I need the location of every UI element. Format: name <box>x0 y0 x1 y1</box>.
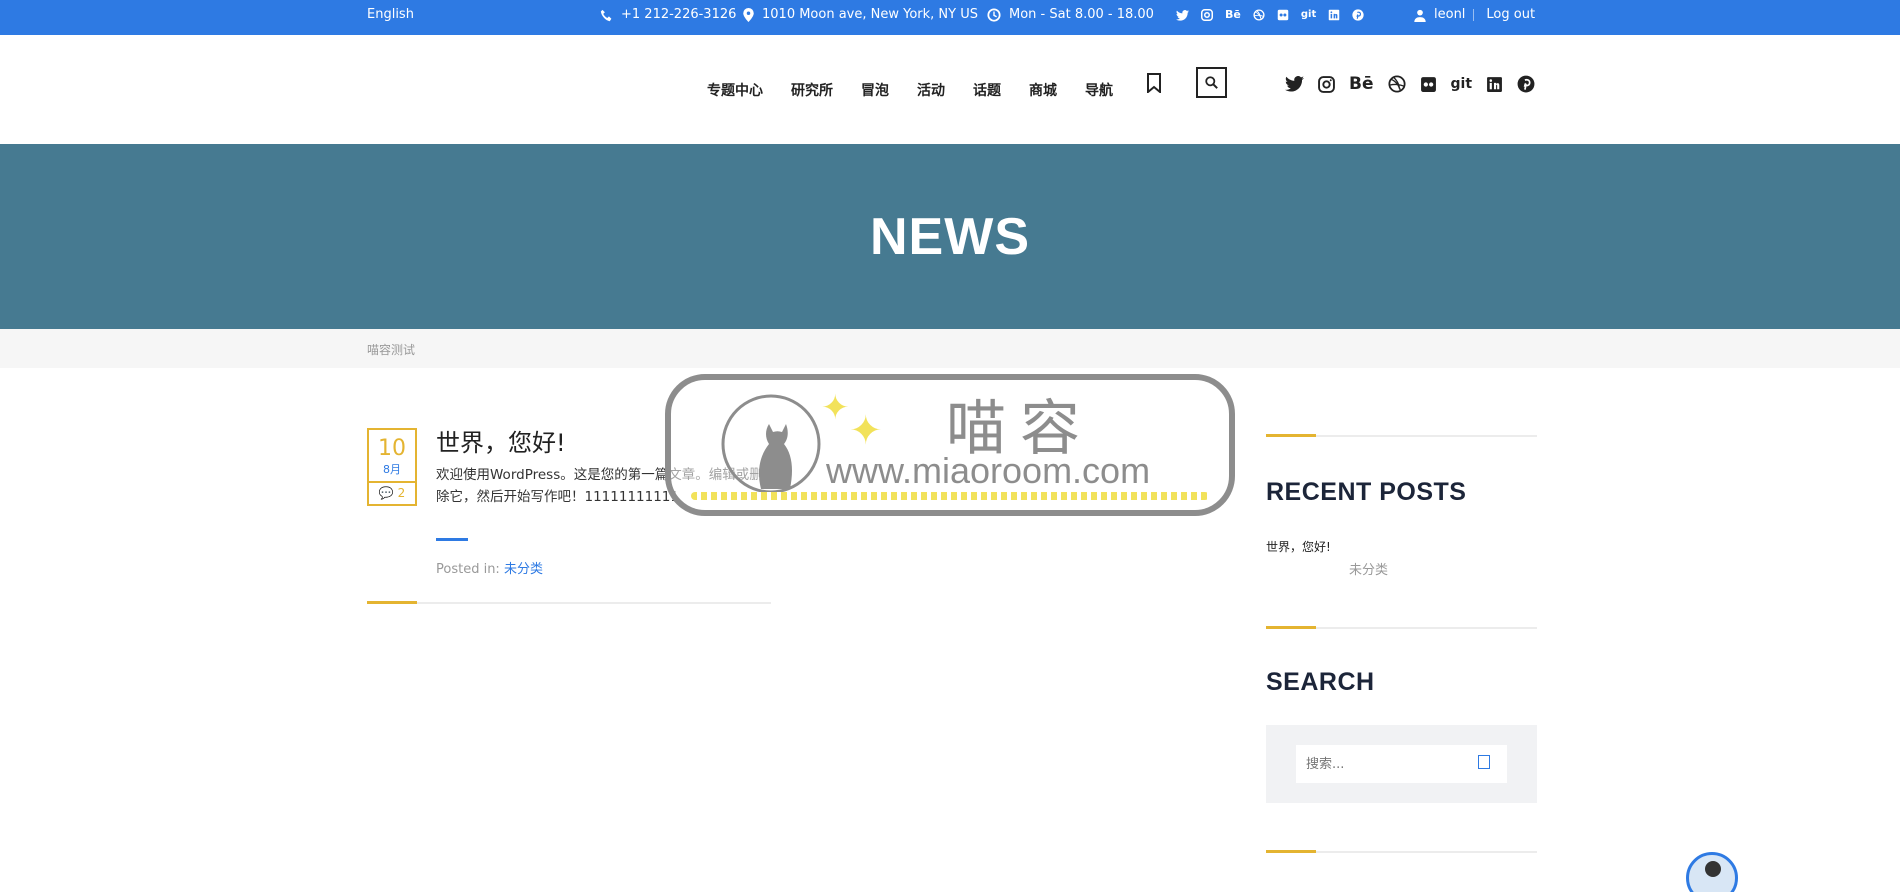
nav-item-bubble[interactable]: 冒泡 <box>861 80 889 100</box>
logout-link[interactable]: Log out <box>1486 0 1535 30</box>
widget-divider <box>1266 850 1537 853</box>
recent-post-link[interactable]: 世界，您好! <box>1266 538 1331 555</box>
divider-accent <box>367 601 417 604</box>
breadcrumb[interactable]: 喵容测试 <box>367 341 415 358</box>
user-icon <box>1414 9 1426 22</box>
user-account[interactable]: leonl Log out <box>1414 0 1535 30</box>
comment-count-value[interactable]: 2 <box>398 486 406 500</box>
nav-item-shop[interactable]: 商城 <box>1029 80 1057 100</box>
recent-post-category: 未分类 <box>1349 563 1389 578</box>
nav-item-topics[interactable]: 话题 <box>973 80 1001 100</box>
widget-divider <box>1266 626 1537 629</box>
language-label[interactable]: English <box>367 0 414 30</box>
page-title: NEWS <box>870 207 1030 266</box>
watermark-overlay: ✦ ✦ 喵容 www.miaoroom.com <box>665 374 1235 516</box>
map-pin-icon <box>743 8 754 22</box>
linkedin-icon[interactable] <box>1328 9 1340 21</box>
comment-count[interactable]: 💬 2 <box>367 481 417 506</box>
bookmark-icon[interactable] <box>1146 73 1162 97</box>
search-icon <box>1205 76 1218 89</box>
comment-icon: 💬 <box>378 486 394 500</box>
topbar-social-links: Bē git <box>1176 0 1364 30</box>
flickr-icon[interactable] <box>1277 9 1289 21</box>
behance-icon[interactable]: Bē <box>1225 0 1241 30</box>
hours-info: Mon - Sat 8.00 - 18.00 <box>987 0 1154 30</box>
search-submit-icon[interactable] <box>1478 755 1490 769</box>
nav-item-special-topics[interactable]: 专题中心 <box>707 80 763 100</box>
main-header: 专题中心 研究所 冒泡 活动 话题 商城 导航 Bē git <box>0 35 1900 144</box>
post-title[interactable]: 世界，您好! <box>436 423 566 458</box>
hours-text: Mon - Sat 8.00 - 18.00 <box>1009 7 1154 22</box>
post-category-link[interactable]: 未分类 <box>504 562 543 577</box>
instagram-icon[interactable] <box>1318 75 1335 93</box>
dribbble-icon[interactable] <box>1253 9 1265 21</box>
git-icon[interactable]: git <box>1301 0 1316 30</box>
nav-item-events[interactable]: 活动 <box>917 80 945 100</box>
linkedin-icon[interactable] <box>1486 76 1503 93</box>
watermark-dots <box>691 492 1209 500</box>
git-icon[interactable]: git <box>1451 76 1473 92</box>
language-switcher[interactable]: English <box>367 0 414 30</box>
sparkle-icon: ✦ <box>849 408 883 454</box>
watermark-url: www.miaoroom.com <box>826 450 1151 491</box>
recent-posts-title: RECENT POSTS <box>1266 478 1467 506</box>
divider-accent <box>1266 626 1316 629</box>
sparkle-icon: ✦ <box>821 388 850 428</box>
nav-item-navigation[interactable]: 导航 <box>1085 80 1113 100</box>
behance-icon[interactable]: Bē <box>1349 74 1374 94</box>
address-contact: 1010 Moon ave, New York, NY US <box>743 0 978 30</box>
search-title: SEARCH <box>1266 668 1375 696</box>
instagram-icon[interactable] <box>1201 9 1213 21</box>
floating-avatar[interactable] <box>1686 852 1738 892</box>
twitter-icon[interactable] <box>1176 9 1189 21</box>
header-search-button[interactable] <box>1196 67 1227 98</box>
pinterest-icon[interactable] <box>1352 9 1364 21</box>
clock-icon <box>987 8 1001 22</box>
post-day: 10 <box>378 436 406 461</box>
post-divider <box>367 601 771 604</box>
posted-in-label: Posted in: <box>436 562 500 577</box>
pinterest-icon[interactable] <box>1517 75 1535 93</box>
header-social-links: Bē git <box>1285 74 1535 94</box>
divider-accent <box>1266 434 1316 437</box>
phone-icon <box>600 9 612 21</box>
phone-contact[interactable]: +1 212-226-3126 <box>600 0 736 30</box>
main-nav: 专题中心 研究所 冒泡 活动 话题 商城 导航 <box>707 35 1113 144</box>
post-date-box: 10 8月 💬 2 <box>367 428 417 506</box>
search-input[interactable] <box>1296 745 1507 783</box>
address-text: 1010 Moon ave, New York, NY US <box>762 7 978 22</box>
twitter-icon[interactable] <box>1285 76 1304 92</box>
cat-logo-icon <box>721 394 821 494</box>
flickr-icon[interactable] <box>1420 76 1437 93</box>
username[interactable]: leonl <box>1434 0 1465 30</box>
divider <box>1473 9 1475 21</box>
widget-divider <box>1266 434 1537 437</box>
search-widget <box>1266 725 1537 803</box>
top-bar: English +1 212-226-3126 1010 Moon ave, N… <box>0 0 1900 35</box>
phone-number[interactable]: +1 212-226-3126 <box>621 0 736 30</box>
post-meta: Posted in: 未分类 <box>436 558 543 577</box>
page-banner: NEWS <box>0 144 1900 329</box>
dribbble-icon[interactable] <box>1387 75 1406 93</box>
post-month: 8月 <box>383 463 401 476</box>
divider-accent <box>1266 850 1316 853</box>
post-separator <box>436 538 468 541</box>
breadcrumb-bar: 喵容测试 <box>0 329 1900 368</box>
nav-item-institute[interactable]: 研究所 <box>791 80 833 100</box>
